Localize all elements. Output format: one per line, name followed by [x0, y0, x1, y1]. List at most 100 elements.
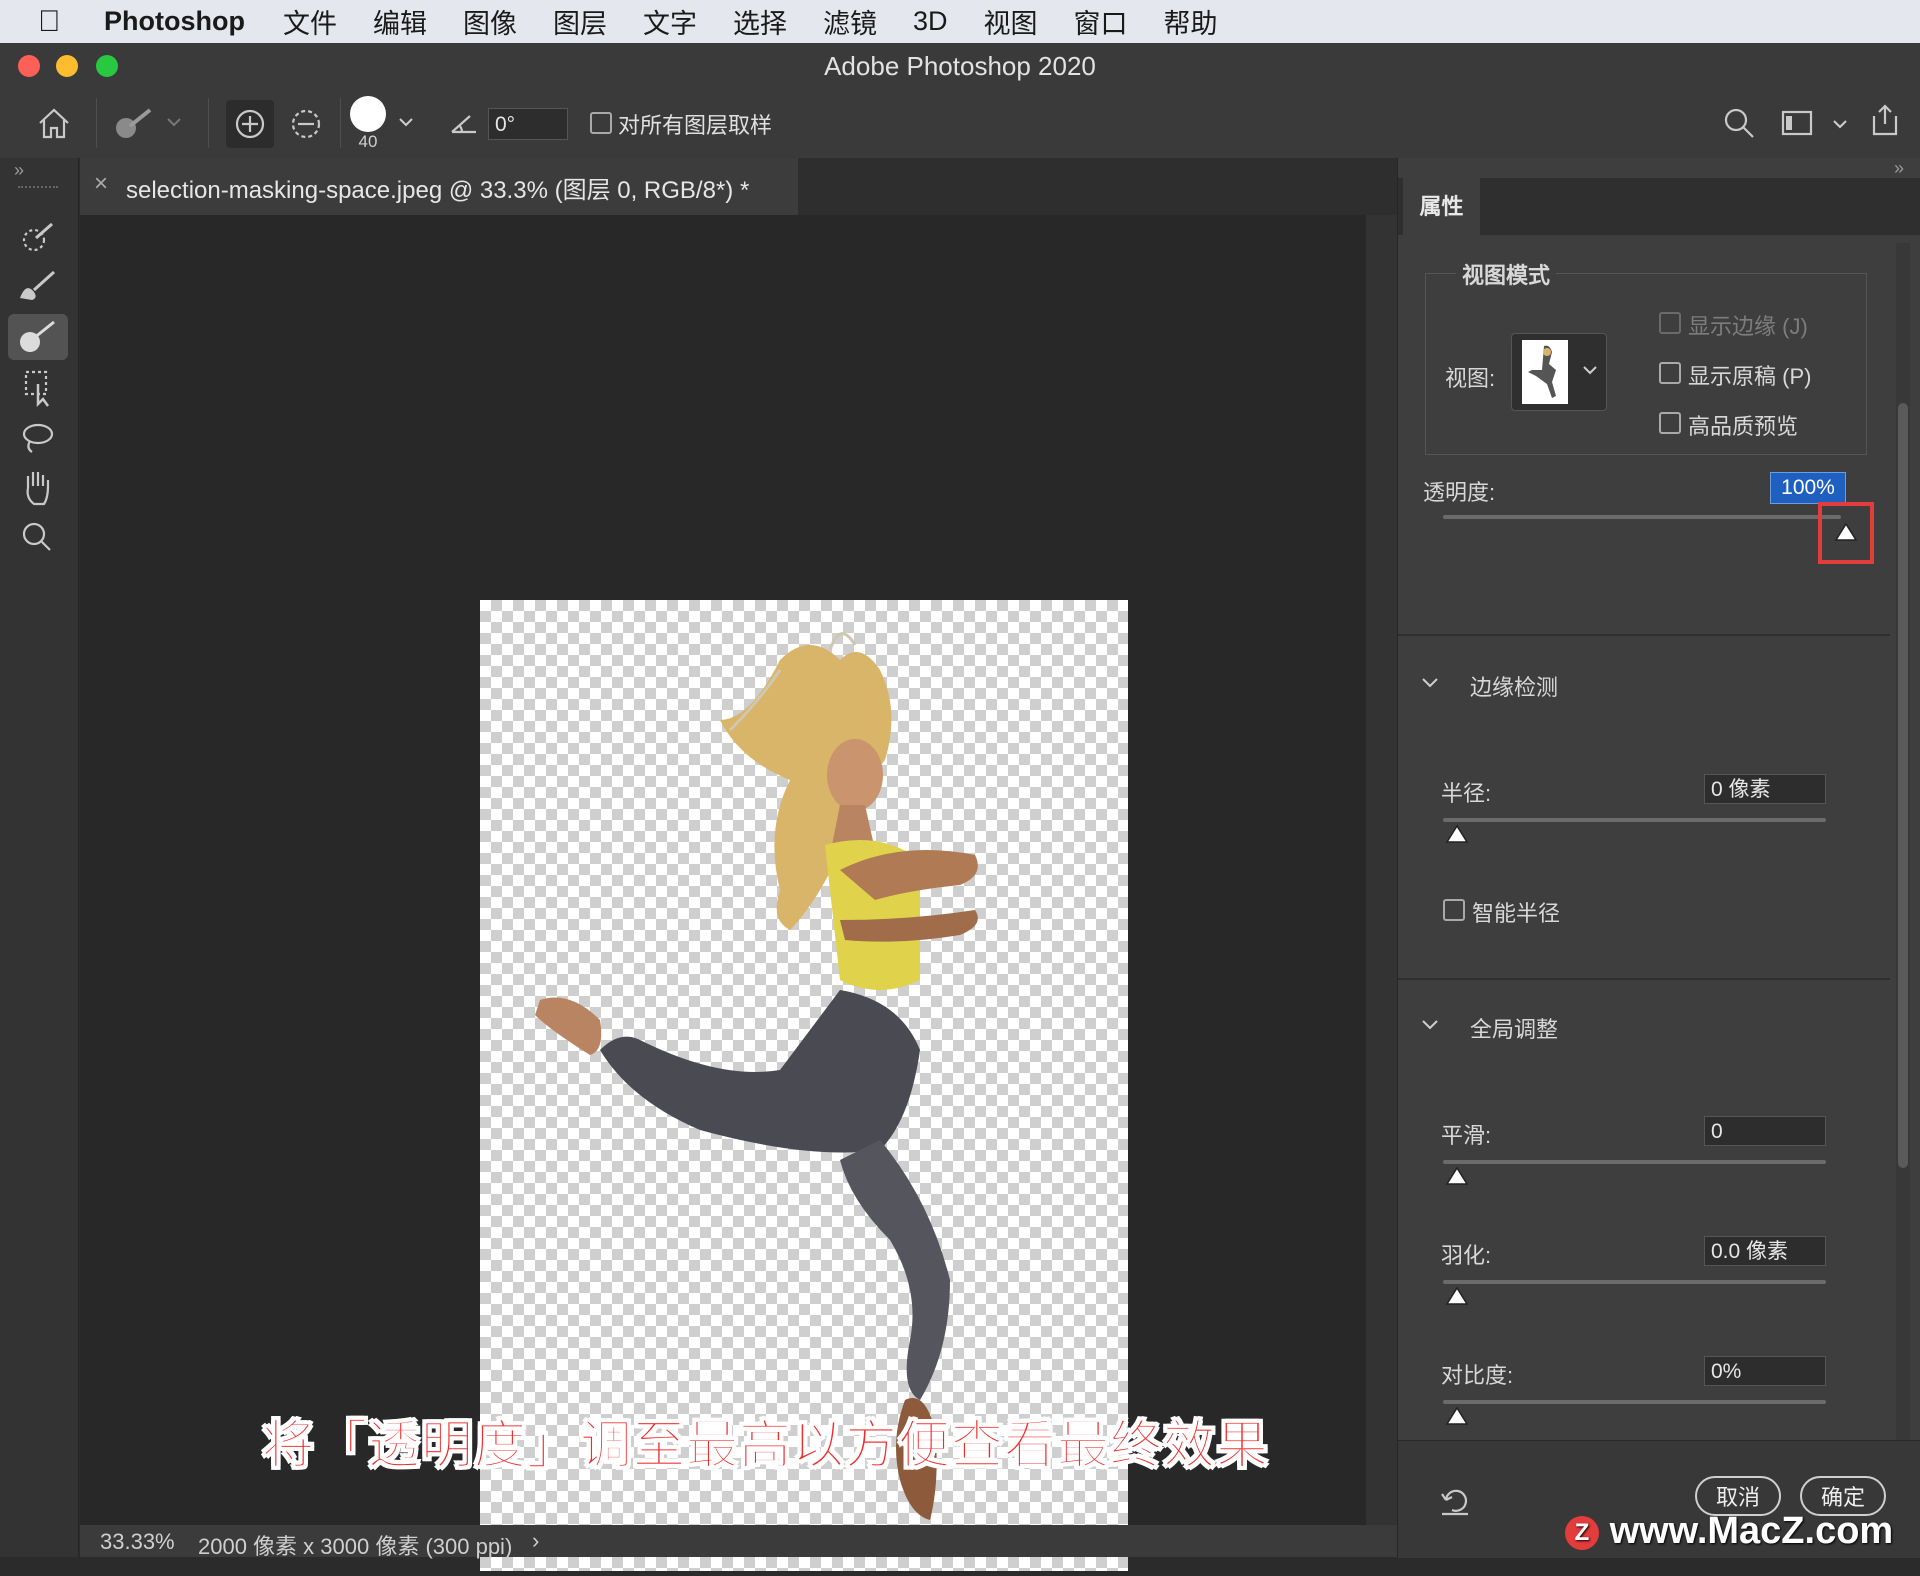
contrast-slider-track[interactable]	[1443, 1400, 1826, 1404]
dancer-thumbnail-icon	[1528, 345, 1556, 398]
window-titlebar: Adobe Photoshop 2020	[0, 43, 1920, 89]
tab-properties[interactable]: 属性	[1403, 178, 1480, 235]
smooth-slider-thumb[interactable]	[1445, 1166, 1469, 1188]
view-thumbnail	[1522, 340, 1568, 404]
radius-slider-thumb[interactable]	[1445, 824, 1469, 846]
canvas-vertical-scrollbar[interactable]	[1366, 215, 1397, 1525]
minus-circle-icon[interactable]	[282, 100, 330, 148]
lasso-icon	[22, 423, 54, 453]
sample-all-layers-checkbox[interactable]	[590, 112, 612, 134]
menu-filter[interactable]: 滤镜	[823, 2, 877, 41]
angle-input[interactable]: 0°	[488, 108, 568, 140]
menu-app-name[interactable]: Photoshop	[104, 6, 245, 37]
contrast-input[interactable]: 0%	[1704, 1356, 1826, 1386]
chevron-down-icon[interactable]	[1420, 1018, 1440, 1032]
view-mode-title: 视图模式	[1456, 258, 1557, 290]
reset-icon[interactable]	[1438, 1484, 1472, 1518]
smart-radius-checkbox[interactable]	[1443, 899, 1465, 921]
left-toolbar: »	[0, 158, 79, 1557]
chevron-down-icon[interactable]	[166, 116, 182, 128]
feather-label: 羽化:	[1441, 1243, 1492, 1268]
close-tab-icon[interactable]: ×	[94, 170, 108, 198]
chevron-right-icon[interactable]: ›	[532, 1528, 539, 1554]
menu-file[interactable]: 文件	[283, 2, 337, 41]
panel-scrollbar-thumb[interactable]	[1898, 403, 1908, 1168]
feather-slider-track[interactable]	[1443, 1280, 1826, 1284]
tutorial-caption: 将「透明度」调至最高以方便查看最终效果	[261, 1417, 1270, 1476]
document-tab-title: selection-masking-space.jpeg @ 33.3% (图层…	[126, 177, 750, 204]
status-bar: 33.33% 2000 像素 x 3000 像素 (300 ppi) ›	[80, 1525, 1397, 1559]
document-tab-bar: × selection-masking-space.jpeg @ 33.3% (…	[80, 158, 1397, 215]
menu-help[interactable]: 帮助	[1164, 2, 1218, 41]
show-original-checkbox[interactable]	[1659, 362, 1681, 384]
view-dropdown[interactable]	[1511, 333, 1607, 411]
chevron-down-icon	[1583, 366, 1597, 375]
show-edge-checkbox[interactable]	[1659, 312, 1681, 334]
watermark: Z www.MacZ.com	[1565, 1510, 1893, 1553]
global-refinements-title[interactable]: 全局调整	[1470, 1012, 1558, 1044]
show-original-label: 显示原稿 (P)	[1688, 364, 1812, 389]
watermark-text: www.MacZ.com	[1609, 1510, 1894, 1552]
high-quality-preview-checkbox[interactable]	[1659, 412, 1681, 434]
smooth-slider-track[interactable]	[1443, 1160, 1826, 1164]
brush-tool[interactable]	[8, 314, 68, 360]
toolbar-grip[interactable]	[18, 186, 58, 192]
chevron-down-icon[interactable]	[398, 116, 414, 128]
search-icon[interactable]	[1722, 106, 1756, 140]
menu-edit[interactable]: 编辑	[373, 2, 427, 41]
apple-icon[interactable]: 	[38, 5, 88, 39]
smooth-input[interactable]: 0	[1704, 1116, 1826, 1146]
chevron-down-icon[interactable]	[1832, 118, 1848, 130]
zoom-tool[interactable]	[8, 514, 68, 560]
menu-select[interactable]: 选择	[733, 2, 787, 41]
opacity-slider-thumb[interactable]	[1834, 522, 1858, 544]
view-label: 视图:	[1445, 366, 1496, 391]
feather-input[interactable]: 0.0 像素	[1704, 1236, 1826, 1266]
refine-brush-tool-preset-icon[interactable]	[112, 104, 156, 144]
macz-logo-icon: Z	[1565, 1515, 1599, 1550]
quick-selection-tool[interactable]	[8, 214, 68, 260]
brush-preview-icon[interactable]	[350, 96, 386, 132]
plus-circle-icon	[235, 109, 265, 139]
quick-selection-icon	[22, 222, 53, 252]
opacity-label: 透明度:	[1423, 480, 1496, 505]
menu-view[interactable]: 视图	[984, 2, 1038, 41]
menu-window[interactable]: 窗口	[1074, 2, 1128, 41]
menu-image[interactable]: 图像	[463, 2, 517, 41]
share-icon[interactable]	[1868, 102, 1902, 138]
brush-icon	[20, 320, 55, 352]
contrast-label: 对比度:	[1441, 1363, 1514, 1388]
brush-size-label: 40	[358, 132, 378, 151]
add-to-selection-button[interactable]	[226, 100, 274, 148]
hand-tool[interactable]	[8, 464, 68, 510]
section-divider	[1398, 634, 1890, 636]
menu-3d[interactable]: 3D	[913, 6, 948, 37]
refine-edge-brush-icon	[20, 270, 56, 300]
radius-input[interactable]: 0 像素	[1704, 774, 1826, 804]
canvas-area[interactable]	[80, 215, 1366, 1571]
window-title: Adobe Photoshop 2020	[824, 51, 1096, 81]
home-icon[interactable]	[36, 106, 72, 140]
chevron-down-icon[interactable]	[1420, 676, 1440, 690]
opacity-input[interactable]: 100%	[1770, 472, 1846, 504]
smart-radius-label: 智能半径	[1472, 901, 1561, 926]
collapse-toolbar-icon[interactable]: »	[14, 160, 24, 181]
edge-detection-title[interactable]: 边缘检测	[1470, 670, 1558, 702]
radius-slider-track[interactable]	[1443, 818, 1826, 822]
panel-scrollbar[interactable]	[1896, 243, 1910, 1553]
workspace-icon[interactable]	[1780, 108, 1814, 138]
opacity-slider-track[interactable]	[1443, 515, 1841, 519]
contrast-slider-thumb[interactable]	[1445, 1406, 1469, 1428]
object-selection-icon	[24, 370, 50, 408]
properties-panel: » 属性 视图模式 视图: 显示边缘 (J) 显示原稿 (P) 高品质预览 透明…	[1397, 158, 1920, 1558]
object-selection-tool[interactable]	[8, 364, 68, 410]
refine-edge-brush-tool[interactable]	[8, 264, 68, 310]
menu-type[interactable]: 文字	[643, 2, 697, 41]
collapse-panel-icon[interactable]: »	[1894, 158, 1904, 179]
hand-icon	[26, 472, 50, 506]
zoom-level[interactable]: 33.33%	[100, 1529, 175, 1555]
feather-slider-thumb[interactable]	[1445, 1286, 1469, 1308]
lasso-tool[interactable]	[8, 414, 68, 460]
menu-layer[interactable]: 图层	[553, 2, 607, 41]
document-tab[interactable]: × selection-masking-space.jpeg @ 33.3% (…	[80, 158, 798, 215]
